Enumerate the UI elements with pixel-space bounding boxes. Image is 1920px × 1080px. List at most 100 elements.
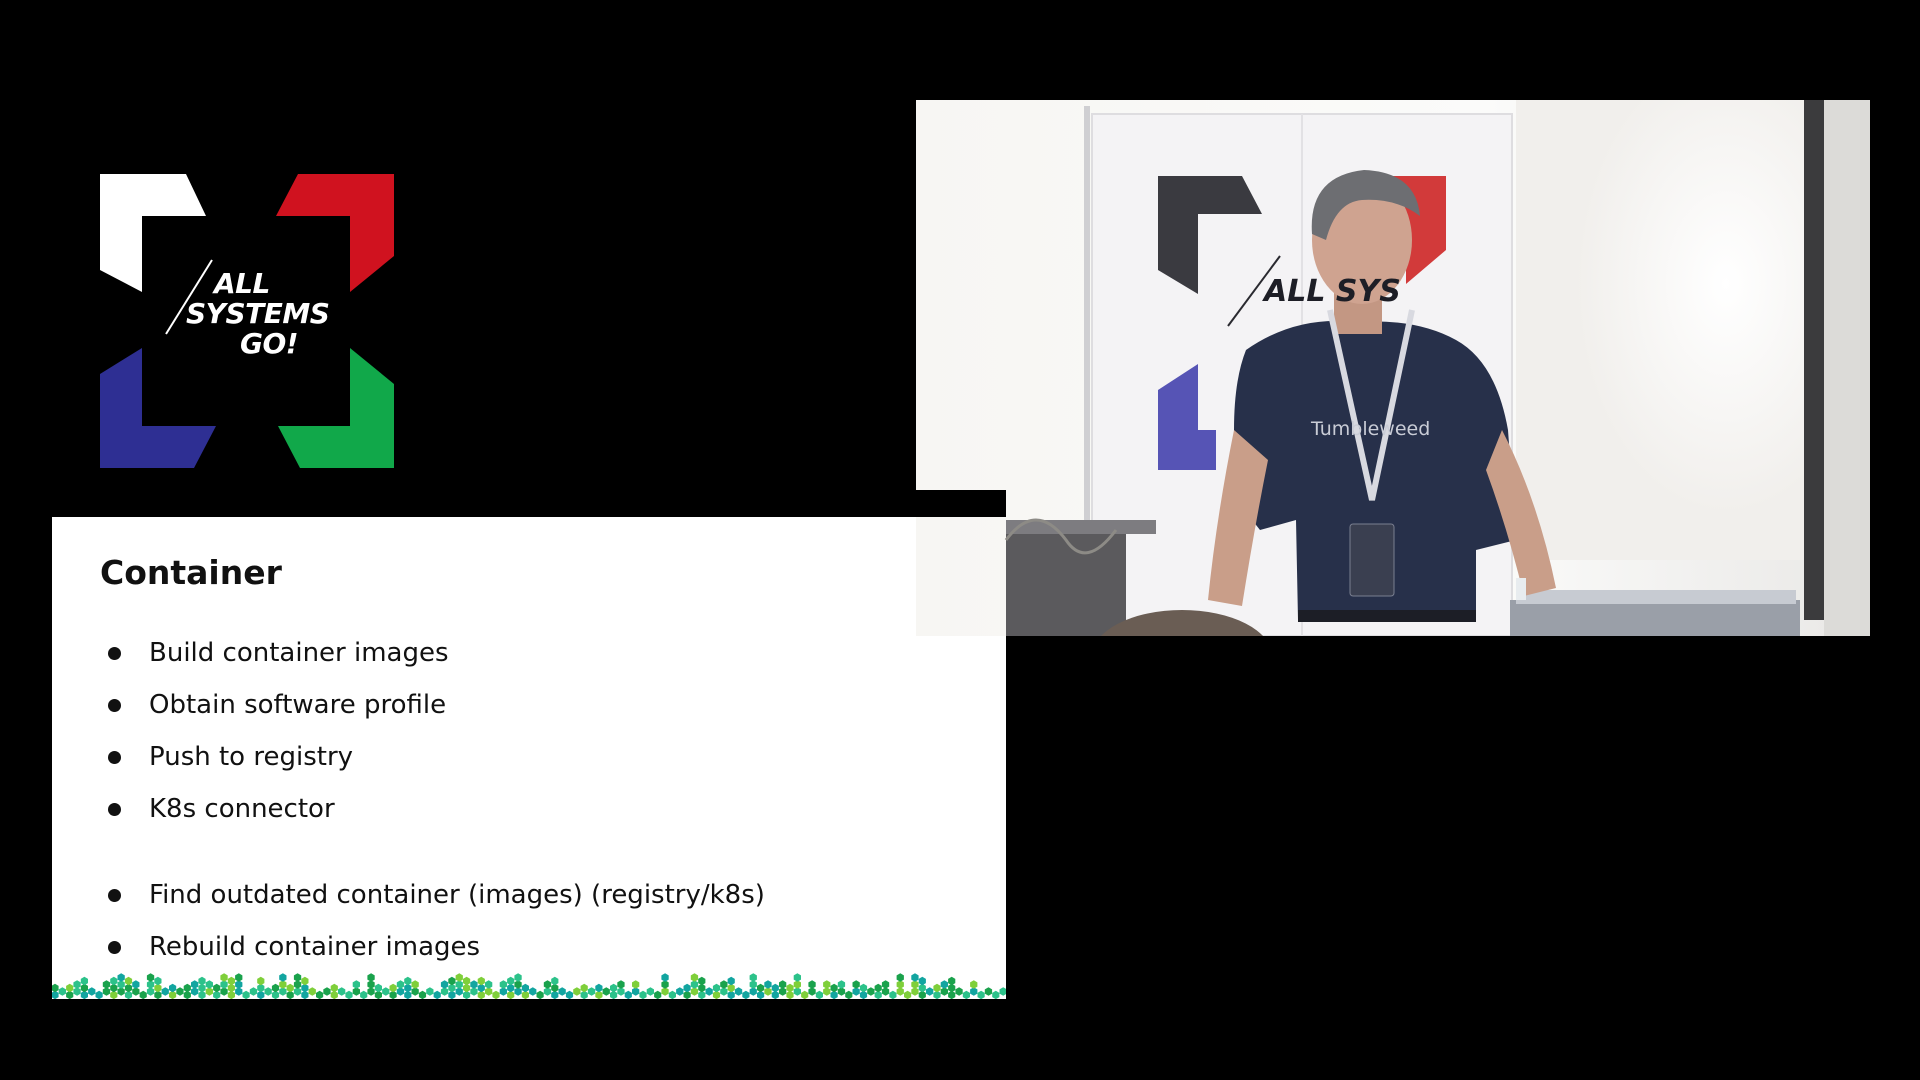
- hexagon-tile: [911, 973, 919, 982]
- logo-line-1: ALL: [214, 267, 270, 300]
- all-systems-go-logo: ALL SYSTEMS GO!: [100, 174, 394, 468]
- bullet-dot-icon: [108, 802, 121, 816]
- hexagon-tile: [661, 973, 669, 982]
- banner-logo-text: ALL SYS: [1264, 274, 1401, 309]
- hexagon-tile: [720, 980, 728, 989]
- hexagon-tile: [176, 987, 184, 996]
- hexagon-tile: [330, 983, 338, 993]
- hexagon-tile: [426, 987, 434, 996]
- hexagon-tile: [815, 990, 823, 999]
- video-corner-cutout: [916, 490, 1006, 517]
- hexagon-tile: [683, 983, 691, 993]
- hexagon-tile: [440, 980, 449, 989]
- hexagon-tile: [66, 983, 74, 993]
- hexagon-tile: [632, 980, 640, 989]
- hexagon-tile: [837, 980, 846, 989]
- hexagon-tile: [389, 983, 397, 993]
- bullet-text: Push to registry: [149, 742, 354, 772]
- hexagon-pattern-graphic: [52, 973, 1006, 999]
- room-right-wall: [1824, 100, 1870, 636]
- hexagon-tile: [896, 973, 904, 982]
- lectern: [1510, 600, 1800, 636]
- hexagon-tile: [867, 987, 875, 996]
- hexagon-tile: [58, 987, 66, 996]
- slide-bullet: Rebuild container images: [100, 921, 765, 973]
- hexagon-tile: [198, 976, 206, 986]
- hexagon-tile: [977, 990, 985, 999]
- hexagon-tile: [926, 987, 934, 996]
- hexagon-tile: [565, 990, 574, 999]
- hexagon-tile: [485, 980, 493, 989]
- hexagon-tile: [551, 976, 559, 986]
- hexagon-tile: [455, 973, 463, 982]
- hexagon-tile: [345, 990, 353, 999]
- bullet-dot-icon: [108, 940, 121, 954]
- hexagon-tile: [132, 980, 140, 989]
- bullet-text: Find outdated container (images) (regist…: [149, 880, 765, 910]
- slide-bullet: Push to registry: [100, 731, 765, 783]
- hexagon-tile: [874, 983, 882, 993]
- presentation-slide: Container Build container images Obtain …: [52, 517, 1006, 999]
- hexagon-tile: [470, 980, 478, 989]
- hexagon-tile: [360, 990, 368, 999]
- hexagon-tile: [227, 976, 235, 986]
- logo-corner-bottom-right: [278, 348, 394, 468]
- hexagon-tile: [624, 990, 632, 999]
- hexagon-tile: [463, 976, 471, 986]
- hexagon-tile: [852, 980, 860, 989]
- hexagon-tile: [235, 973, 243, 982]
- hexagon-tile: [477, 976, 485, 986]
- hexagon-tile: [73, 980, 81, 989]
- hexagon-tile: [543, 980, 552, 989]
- hexagon-tile: [970, 980, 978, 989]
- hexagon-tile: [323, 987, 331, 996]
- hexagon-tile: [573, 987, 581, 996]
- hexagon-tile: [242, 990, 250, 999]
- hexagon-tile: [948, 976, 956, 986]
- hexagon-tile: [507, 976, 515, 986]
- hexagon-tile: [764, 980, 772, 989]
- hexagon-tile: [191, 980, 199, 989]
- hexagon-tile: [80, 976, 88, 986]
- hexagon-tile: [271, 983, 280, 993]
- slide-title: Container: [100, 553, 282, 592]
- hexagon-tile: [124, 976, 133, 986]
- hexagon-tile: [286, 983, 294, 993]
- bullet-text: Obtain software profile: [149, 690, 447, 720]
- speaker-badge: [1349, 523, 1395, 597]
- hexagon-tile: [514, 973, 522, 982]
- hexagon-tile: [154, 976, 162, 986]
- hexagon-tile: [654, 990, 662, 999]
- bullet-dot-icon: [108, 698, 121, 712]
- hexagon-tile: [411, 980, 419, 989]
- hexagon-pattern-border: [52, 969, 1006, 999]
- speaker-camera-feed: Tumbleweed ALL SYS: [916, 100, 1870, 636]
- hexagon-tile: [602, 987, 610, 996]
- hexagon-tile: [734, 987, 743, 996]
- window-light: [1516, 100, 1816, 560]
- hexagon-tile: [904, 990, 912, 999]
- hexagon-tile: [999, 987, 1006, 996]
- hexagon-tile: [205, 980, 213, 989]
- hexagon-tile: [845, 990, 853, 999]
- hexagon-tile: [396, 980, 405, 989]
- logo-line-2: SYSTEMS: [186, 297, 330, 330]
- hexagon-tile: [889, 990, 897, 999]
- hexagon-tile: [992, 990, 1000, 999]
- logo-line-3: GO!: [240, 327, 299, 360]
- hexagon-tile: [749, 973, 757, 982]
- hexagon-tile: [757, 983, 765, 993]
- bullet-text: Rebuild container images: [149, 932, 481, 962]
- hexagon-tile: [382, 987, 390, 996]
- hexagon-tile: [52, 983, 59, 993]
- logo-corner-bottom-left: [100, 348, 216, 468]
- hexagon-tile: [418, 990, 427, 999]
- hexagon-tile: [492, 990, 500, 999]
- hexagon-tile: [617, 980, 625, 989]
- hexagon-tile: [338, 987, 346, 996]
- hexagon-tile: [433, 990, 441, 999]
- hexagon-tile: [698, 976, 706, 986]
- hexagon-tile: [830, 983, 838, 993]
- hexagon-tile: [536, 990, 544, 999]
- hexagon-tile: [587, 987, 596, 996]
